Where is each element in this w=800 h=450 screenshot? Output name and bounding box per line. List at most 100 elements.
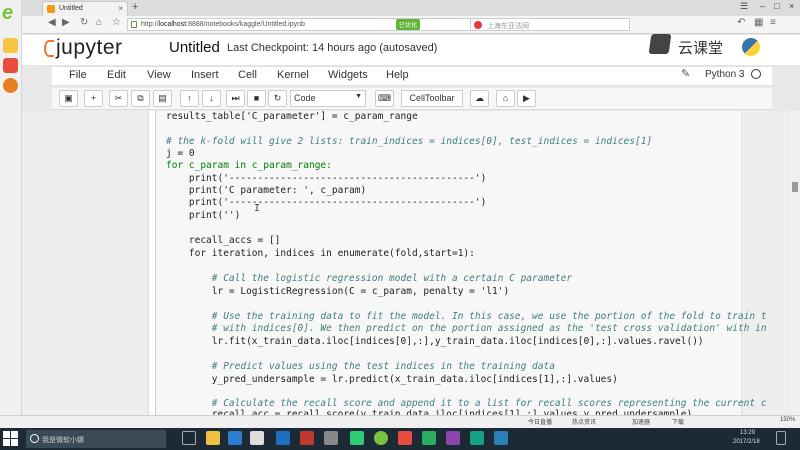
- code-line: # Calculate the recall score and append …: [166, 398, 767, 409]
- status-today-live[interactable]: 今日直播: [528, 417, 552, 426]
- address-bar[interactable]: http://localhost:8888/notebooks/kaggle/U…: [127, 18, 497, 31]
- cut-icon[interactable]: ✂: [109, 90, 128, 107]
- clock-date[interactable]: 2017/2/18: [733, 439, 760, 445]
- taskbar-search[interactable]: 我是微软小娜: [26, 430, 166, 448]
- app-icon[interactable]: [470, 431, 484, 445]
- favorites-icon[interactable]: [3, 38, 18, 53]
- task-view-icon[interactable]: [182, 431, 196, 445]
- store-icon[interactable]: [250, 431, 264, 445]
- save-icon[interactable]: ▣: [59, 90, 78, 107]
- edge-icon[interactable]: [228, 431, 242, 445]
- menu-insert[interactable]: Insert: [191, 69, 219, 81]
- skin-icon[interactable]: ☰: [740, 1, 748, 12]
- code-line: results_table['C_parameter'] = c_param_r…: [166, 111, 418, 122]
- jupyter-favicon-icon: [47, 5, 55, 13]
- url-host: localhost: [158, 21, 187, 28]
- window-close-icon[interactable]: ×: [789, 1, 794, 11]
- clock-time[interactable]: 13:29: [740, 430, 755, 436]
- taskbar-search-placeholder: 我是微软小娜: [42, 437, 84, 444]
- video-icon[interactable]: ▶: [517, 90, 536, 107]
- browser-taskbar-icon[interactable]: [374, 431, 388, 445]
- weibo-icon[interactable]: [3, 58, 18, 73]
- notebook-title[interactable]: Untitled: [169, 39, 220, 56]
- python-logo-icon: [742, 38, 760, 56]
- menu-edit[interactable]: Edit: [107, 69, 126, 81]
- code-line: print(''): [166, 210, 241, 221]
- status-hot-news[interactable]: 热点资讯: [572, 417, 596, 426]
- code-line: y_pred_undersample = lr.predict(x_train_…: [166, 374, 618, 385]
- status-accelerator[interactable]: 加速器: [632, 417, 650, 426]
- notification-icon[interactable]: [776, 431, 786, 445]
- forward-icon[interactable]: ▶: [62, 17, 70, 28]
- maximize-icon[interactable]: □: [774, 1, 779, 11]
- pdf-icon[interactable]: [398, 431, 412, 445]
- jupyter-logo[interactable]: jupyter: [44, 36, 123, 60]
- zoom-level[interactable]: 150%: [780, 417, 795, 423]
- run-cell-icon[interactable]: ⏭: [226, 90, 245, 107]
- insert-cell-icon[interactable]: +: [84, 90, 103, 107]
- favorites-star-icon[interactable]: ☆: [112, 17, 121, 28]
- celltoolbar-button[interactable]: CellToolbar: [401, 90, 463, 107]
- cell-type-select[interactable]: Code ▼: [290, 90, 366, 107]
- search-engine-icon: [474, 21, 482, 29]
- tab-close-icon[interactable]: ×: [118, 4, 123, 13]
- new-tab-button[interactable]: +: [132, 1, 138, 13]
- browser-search-placeholder: 上海东亚法网: [487, 23, 529, 30]
- browser-logo-icon: e: [2, 2, 14, 24]
- app-icon[interactable]: [324, 431, 338, 445]
- scrollbar-thumb[interactable]: [792, 182, 798, 192]
- back-icon[interactable]: ◀: [48, 17, 56, 28]
- code-line: # Use the training data to fit the model…: [166, 311, 767, 322]
- move-down-icon[interactable]: ↓: [202, 90, 221, 107]
- browser-tab[interactable]: Untitled ×: [42, 1, 128, 16]
- app-icon[interactable]: [494, 431, 508, 445]
- code-line: lr = LogisticRegression(C = c_param, pen…: [166, 286, 510, 297]
- game-icon[interactable]: [3, 78, 18, 93]
- page-info-icon: [131, 21, 137, 28]
- paste-icon[interactable]: ▤: [153, 90, 172, 107]
- menu-kernel[interactable]: Kernel: [277, 69, 309, 81]
- code-line: # Call the logistic regression model wit…: [166, 273, 573, 284]
- menu-help[interactable]: Help: [386, 69, 409, 81]
- ie-icon[interactable]: [276, 431, 290, 445]
- restart-icon[interactable]: ↻: [268, 90, 287, 107]
- page-scrollbar[interactable]: [790, 111, 800, 428]
- code-line: for c_param in c_param_range:: [166, 160, 332, 171]
- browser-search-box[interactable]: 上海东亚法网: [470, 18, 630, 31]
- minimize-icon[interactable]: –: [760, 1, 765, 11]
- copy-icon[interactable]: ⧉: [131, 90, 150, 107]
- code-line: print('C parameter: ', c_param): [166, 185, 367, 196]
- app-icon[interactable]: [422, 431, 436, 445]
- grid-icon[interactable]: ▦: [754, 17, 763, 28]
- file-explorer-icon[interactable]: [206, 431, 220, 445]
- menu-widgets[interactable]: Widgets: [328, 69, 368, 81]
- optimized-badge[interactable]: 已优化: [396, 19, 421, 30]
- menu-icon[interactable]: ≡: [770, 17, 776, 28]
- text-cursor-icon: I: [254, 203, 261, 214]
- upload-icon[interactable]: ☁: [470, 90, 489, 107]
- keyboard-icon[interactable]: ⌨: [375, 90, 394, 107]
- code-line: # the k-fold will give 2 lists: train_in…: [166, 136, 653, 147]
- chevron-down-icon: ▼: [355, 93, 362, 100]
- code-line: # with indices[0]. We then predict on th…: [166, 323, 767, 334]
- present-icon[interactable]: ⌂: [496, 90, 515, 107]
- menu-view[interactable]: View: [147, 69, 171, 81]
- edit-mode-pencil-icon: ✎: [681, 68, 691, 80]
- windows-start-icon[interactable]: [3, 431, 19, 447]
- app-icon[interactable]: [300, 431, 314, 445]
- refresh-icon[interactable]: ↻: [80, 17, 88, 28]
- app-icon[interactable]: [350, 431, 364, 445]
- code-line: print('---------------------------------…: [166, 197, 487, 208]
- app-icon[interactable]: [446, 431, 460, 445]
- code-line: recall_accs = []: [166, 235, 281, 246]
- move-up-icon[interactable]: ↑: [180, 90, 199, 107]
- code-line: print('---------------------------------…: [166, 173, 487, 184]
- status-download[interactable]: 下载: [672, 417, 684, 426]
- home-icon[interactable]: ⌂: [96, 17, 102, 28]
- menu-cell[interactable]: Cell: [238, 69, 257, 81]
- code-line: lr.fit(x_train_data.iloc[indices[0],:],y…: [166, 336, 704, 347]
- brand-logo-icon: [648, 34, 672, 54]
- menu-file[interactable]: File: [69, 69, 87, 81]
- interrupt-icon[interactable]: ■: [247, 90, 266, 107]
- undo-icon[interactable]: ↶: [737, 17, 745, 28]
